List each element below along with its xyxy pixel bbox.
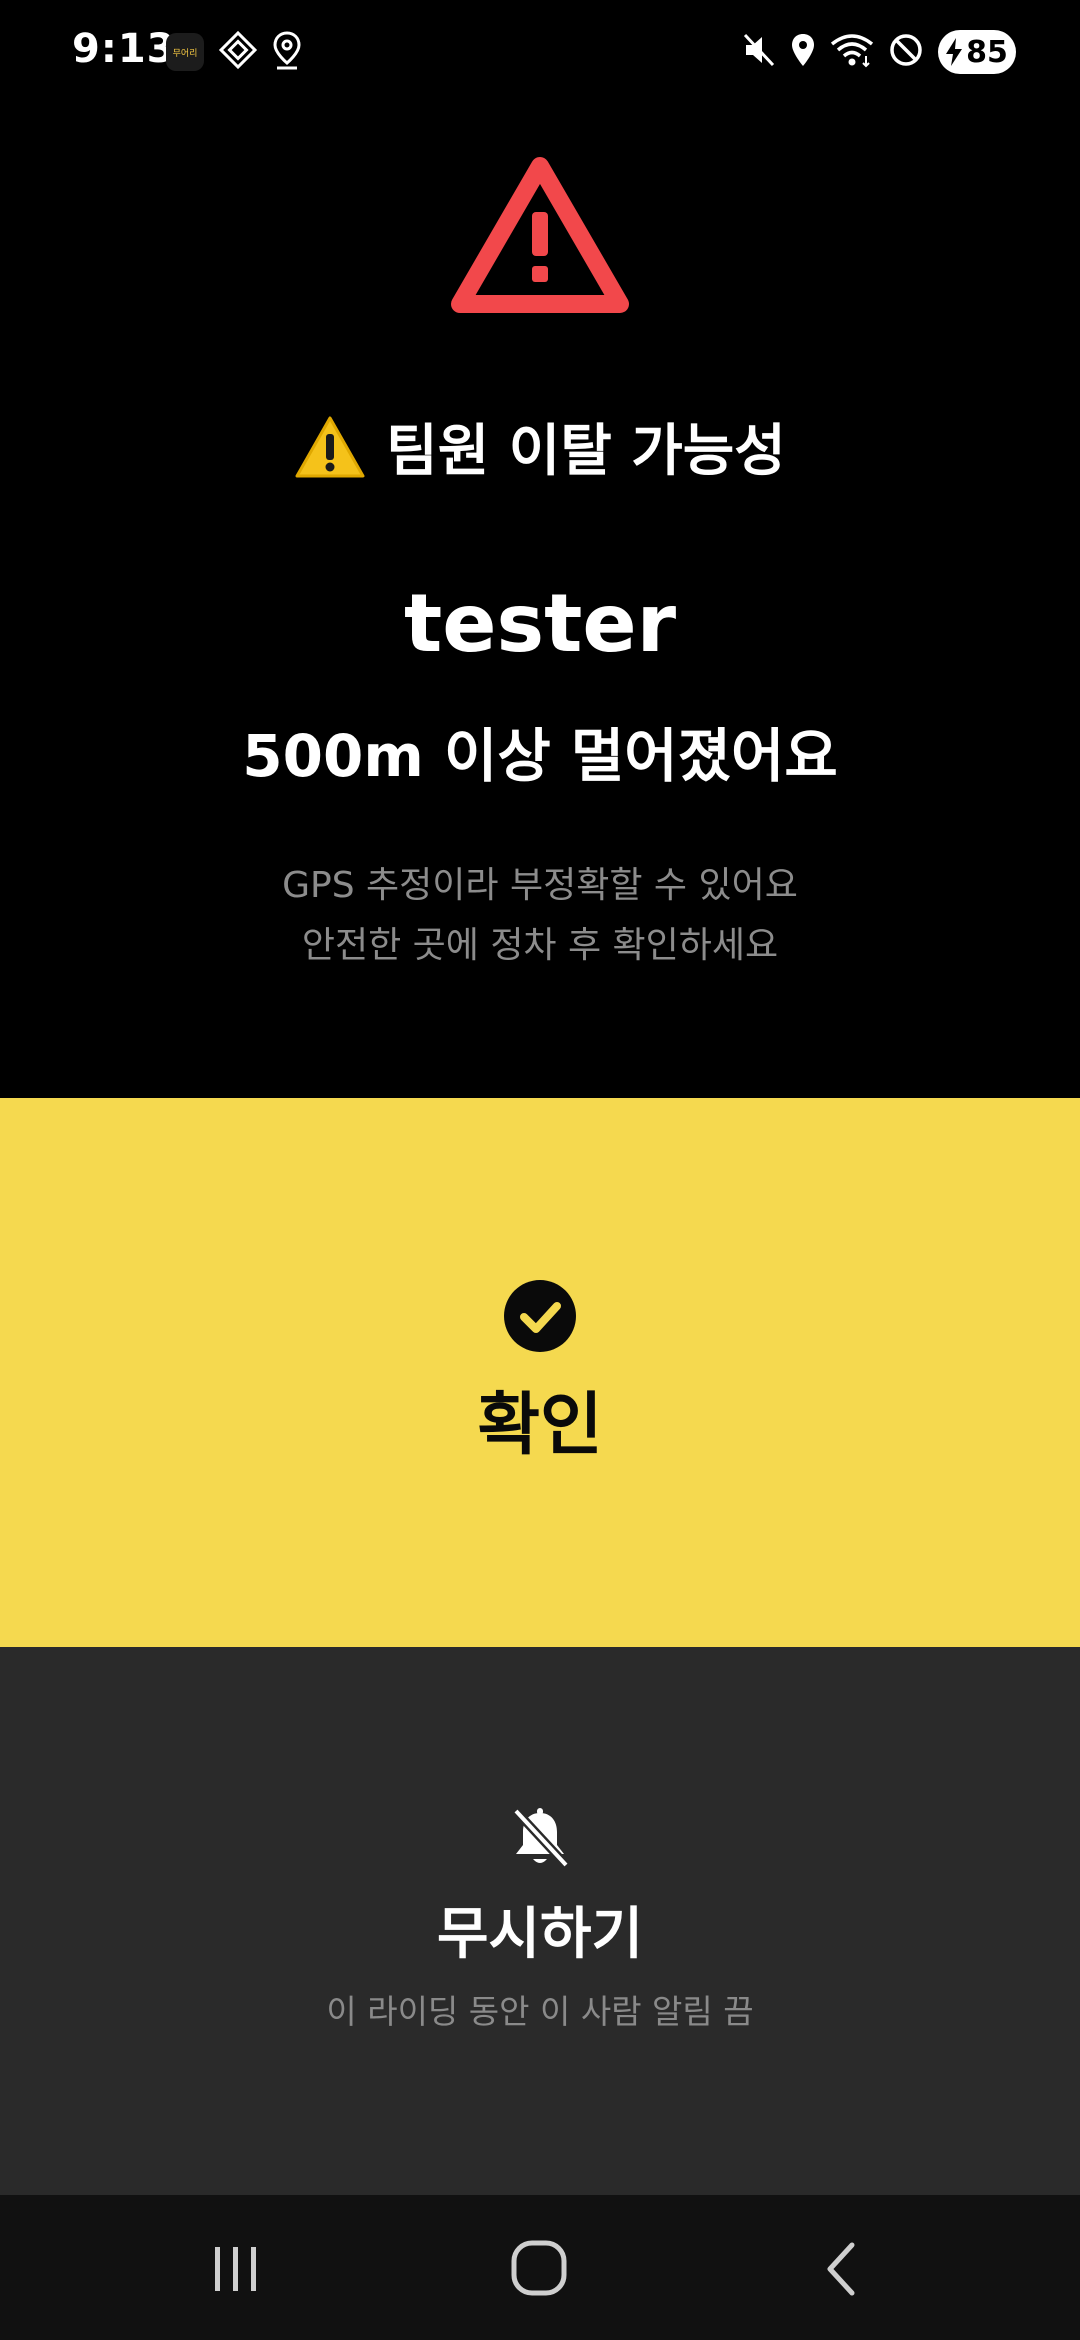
charging-bolt-icon xyxy=(946,38,963,66)
screen: 9:13 무어리 85 팀원 이탈 가능성 tester 500m 이상 멀어졌… xyxy=(0,0,1080,2340)
alert-title: 팀원 이탈 가능성 xyxy=(386,419,786,484)
battery-level: 85 xyxy=(966,34,1008,70)
warning-triangle-icon xyxy=(450,154,630,323)
warning-emoji-icon xyxy=(294,414,366,480)
alert-note-line-2: 안전한 곳에 정차 후 확인하세요 xyxy=(301,925,779,966)
nearby-share-icon xyxy=(218,30,258,74)
mute-icon xyxy=(742,32,776,72)
location-icon xyxy=(790,32,816,72)
back-icon[interactable] xyxy=(818,2239,866,2303)
ignore-sublabel: 이 라이딩 동안 이 사람 알림 끔 xyxy=(326,1992,754,2031)
app-badge-icon: 무어리 xyxy=(166,33,204,71)
recents-icon[interactable] xyxy=(206,2241,266,2301)
ignore-button[interactable]: 무시하기 이 라이딩 동안 이 사람 알림 끔 xyxy=(0,1647,1080,2195)
location-pin-icon xyxy=(272,30,302,74)
alert-section: 팀원 이탈 가능성 tester 500m 이상 멀어졌어요 GPS 추정이라 … xyxy=(0,104,1080,1098)
wifi-icon xyxy=(830,32,874,72)
battery-indicator: 85 xyxy=(938,30,1016,74)
confirm-button[interactable]: 확인 xyxy=(0,1098,1080,1647)
ignore-label: 무시하기 xyxy=(436,1902,644,1967)
do-not-disturb-icon xyxy=(888,32,924,72)
bell-off-icon xyxy=(510,1807,570,1875)
status-left-icons: 무어리 xyxy=(166,30,302,74)
navigation-bar xyxy=(0,2195,1080,2340)
status-right-icons: 85 xyxy=(742,28,1016,76)
status-bar: 9:13 무어리 85 xyxy=(0,0,1080,104)
status-time: 9:13 xyxy=(72,26,176,72)
home-icon[interactable] xyxy=(508,2237,572,2305)
alert-title-row: 팀원 이탈 가능성 xyxy=(0,406,1080,487)
distance-message: 500m 이상 멀어졌어요 xyxy=(242,722,838,790)
alert-note-line-1: GPS 추정이라 부정확할 수 있어요 xyxy=(282,865,798,906)
confirm-label: 확인 xyxy=(477,1386,603,1465)
alert-note: GPS 추정이라 부정확할 수 있어요 안전한 곳에 정차 후 확인하세요 xyxy=(0,856,1080,976)
check-circle-icon xyxy=(502,1278,578,1358)
member-name: tester xyxy=(403,577,677,670)
